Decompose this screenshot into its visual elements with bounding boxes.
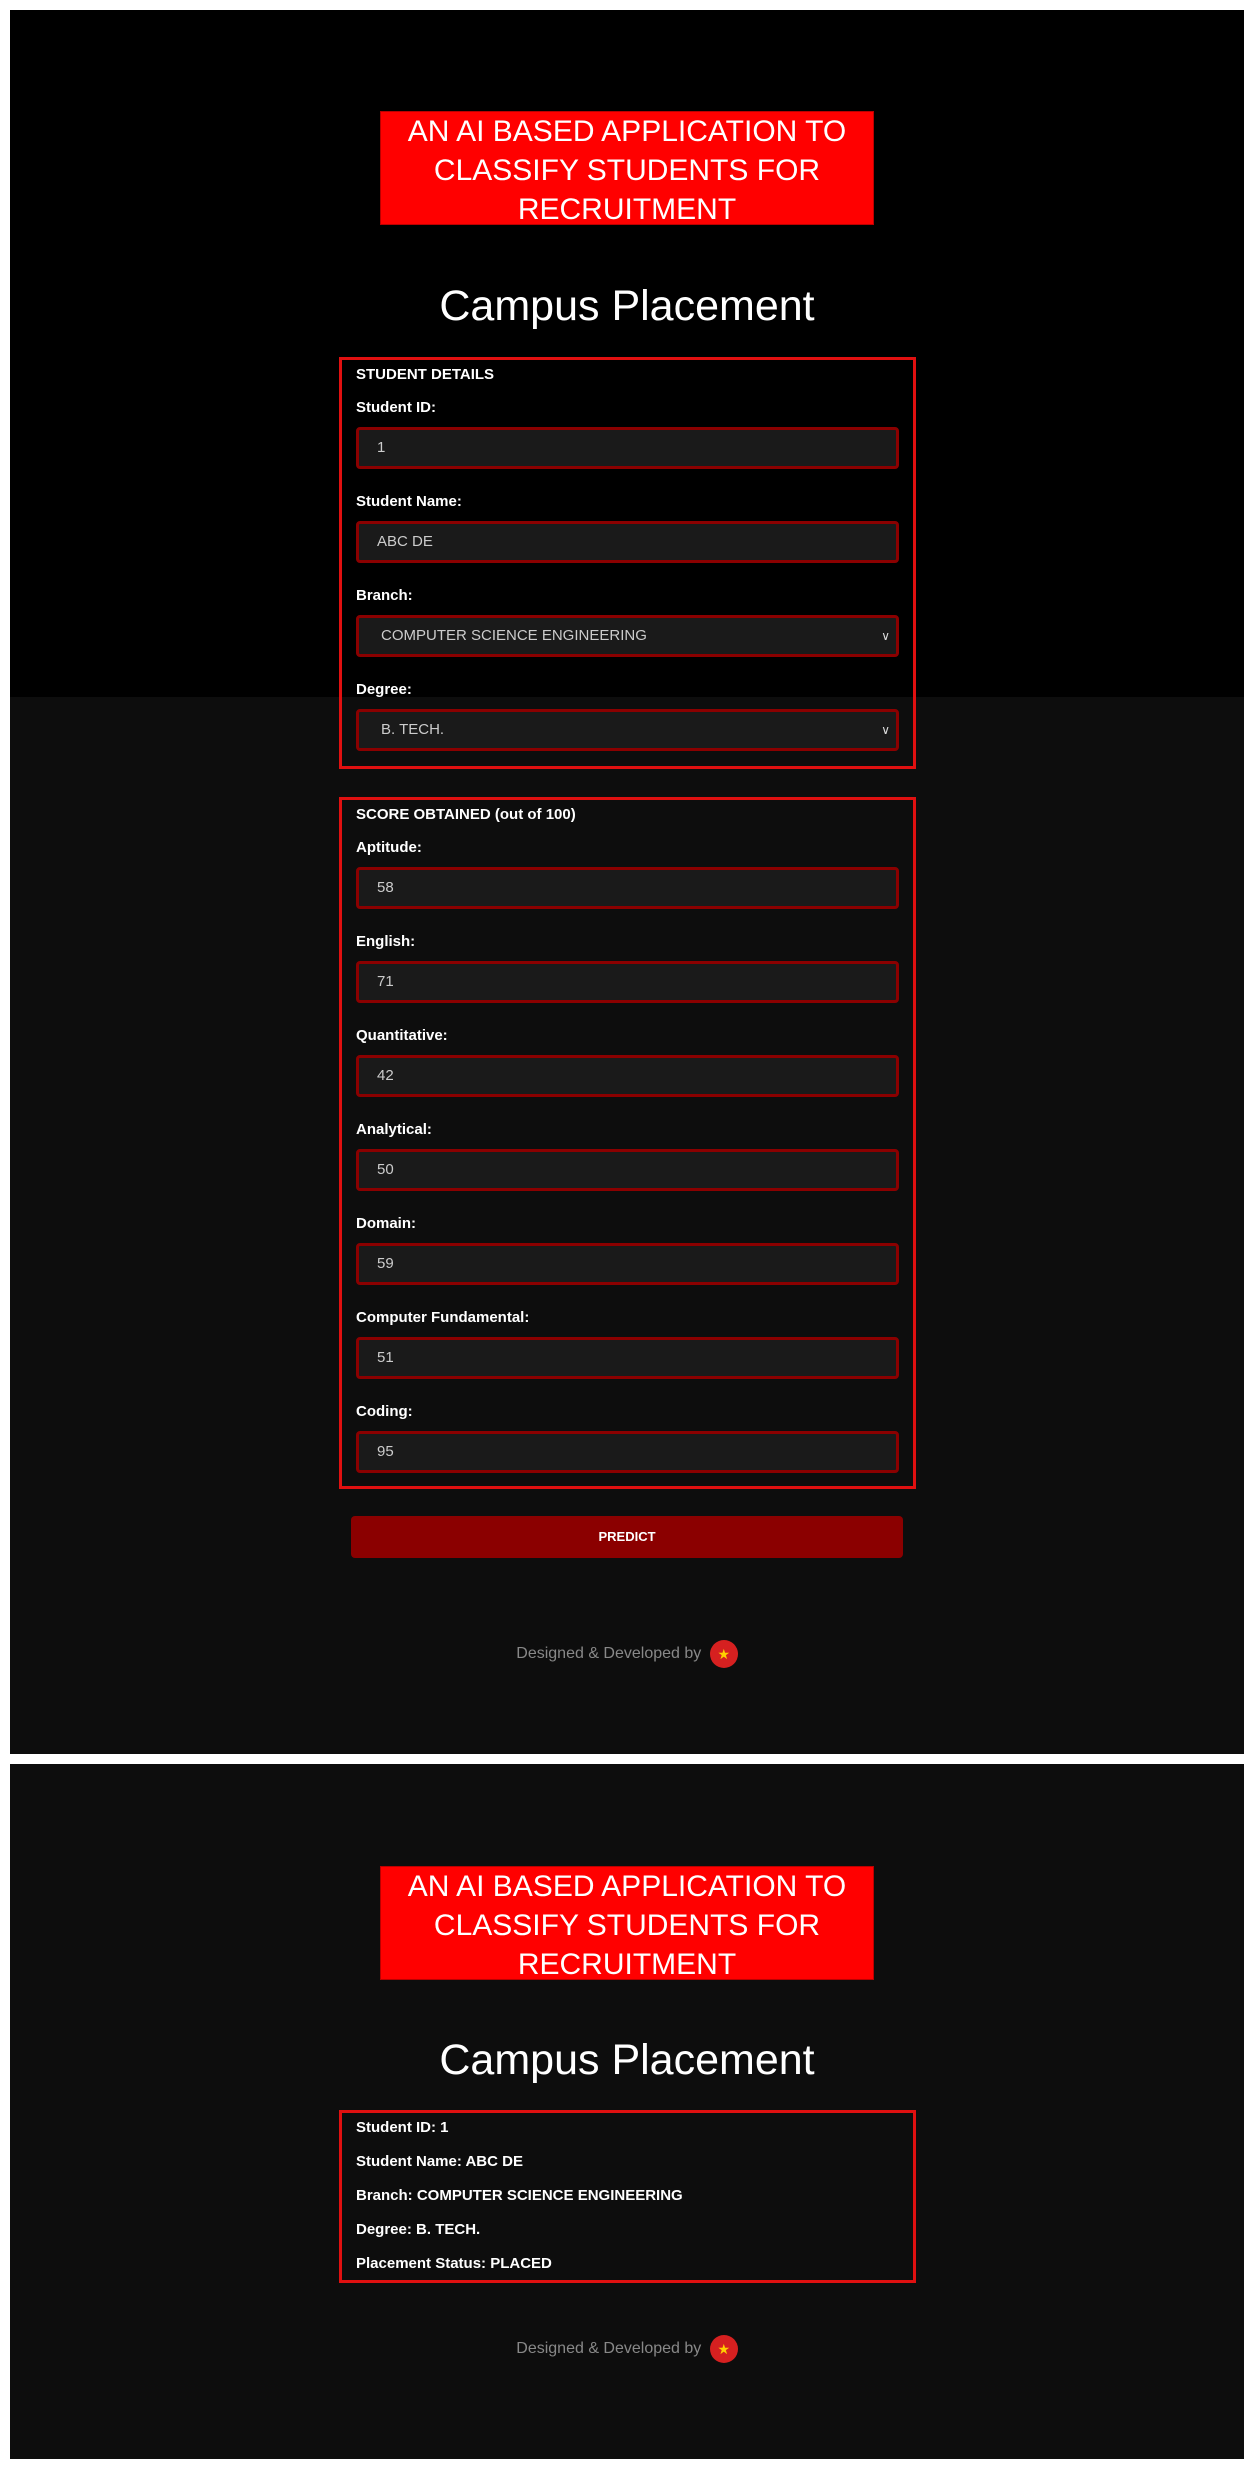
degree-value: B. TECH.: [381, 721, 445, 738]
student-details-section: STUDENT DETAILS Student ID: 1 Student Na…: [339, 357, 916, 769]
branch-label: Branch:: [356, 587, 413, 604]
result-degree: Degree: B. TECH.: [356, 2221, 481, 2238]
form-page: AN AI BASED APPLICATION TO CLASSIFY STUD…: [10, 10, 1244, 1754]
quantitative-input[interactable]: 42: [356, 1055, 899, 1097]
student-name-label: Student Name:: [356, 493, 462, 510]
analytical-input[interactable]: 50: [356, 1149, 899, 1191]
score-label: Coding:: [356, 1403, 413, 1420]
footer: Designed & Developed by ★: [10, 1640, 1244, 1668]
result-card: Student ID: 1 Student Name: ABC DE Branc…: [339, 2110, 916, 2283]
page-title: Campus Placement: [439, 282, 815, 330]
banner-text: AN AI BASED APPLICATION TO CLASSIFY STUD…: [407, 1870, 847, 1981]
degree-select[interactable]: B. TECH. ∨: [356, 709, 899, 751]
score-label: Computer Fundamental:: [356, 1309, 530, 1326]
chevron-down-icon: ∨: [881, 629, 890, 643]
branch-select[interactable]: COMPUTER SCIENCE ENGINEERING ∨: [356, 615, 899, 657]
result-student-id: Student ID: 1: [356, 2119, 449, 2136]
score-label: English:: [356, 933, 416, 950]
result-page: AN AI BASED APPLICATION TO CLASSIFY STUD…: [10, 1764, 1244, 2459]
student-name-input[interactable]: ABC DE: [356, 521, 899, 563]
app-banner: AN AI BASED APPLICATION TO CLASSIFY STUD…: [380, 1866, 874, 1981]
score-label: Analytical:: [356, 1121, 432, 1138]
english-input[interactable]: 71: [356, 961, 899, 1003]
student-details-legend: STUDENT DETAILS: [356, 366, 495, 383]
computer-fundamental-input[interactable]: 51: [356, 1337, 899, 1379]
coding-input[interactable]: 95: [356, 1431, 899, 1473]
chevron-down-icon: ∨: [881, 723, 890, 737]
footer-text: Designed & Developed by: [516, 2340, 702, 2358]
aptitude-input[interactable]: 58: [356, 867, 899, 909]
predict-button[interactable]: PREDICT: [351, 1516, 903, 1558]
scores-section: SCORE OBTAINED (out of 100) Aptitude: 58…: [339, 797, 916, 1489]
domain-input[interactable]: 59: [356, 1243, 899, 1285]
student-id-label: Student ID:: [356, 399, 436, 416]
banner-text: AN AI BASED APPLICATION TO CLASSIFY STUD…: [407, 115, 847, 226]
score-label: Aptitude:: [356, 839, 422, 856]
page-title: Campus Placement: [439, 2036, 815, 2084]
footer: Designed & Developed by ★: [10, 2335, 1244, 2363]
logo-icon: ★: [709, 2335, 738, 2363]
student-id-input[interactable]: 1: [356, 427, 899, 469]
result-placement-status: Placement Status: PLACED: [356, 2255, 552, 2272]
score-label: Quantitative:: [356, 1027, 448, 1044]
footer-text: Designed & Developed by: [516, 1645, 702, 1663]
result-branch: Branch: COMPUTER SCIENCE ENGINEERING: [356, 2187, 683, 2204]
scores-legend: SCORE OBTAINED (out of 100): [356, 806, 576, 823]
score-label: Domain:: [356, 1215, 416, 1232]
branch-value: COMPUTER SCIENCE ENGINEERING: [381, 627, 647, 644]
logo-icon: ★: [709, 1640, 738, 1668]
app-banner: AN AI BASED APPLICATION TO CLASSIFY STUD…: [380, 111, 874, 226]
result-student-name: Student Name: ABC DE: [356, 2153, 523, 2170]
degree-label: Degree:: [356, 681, 412, 698]
